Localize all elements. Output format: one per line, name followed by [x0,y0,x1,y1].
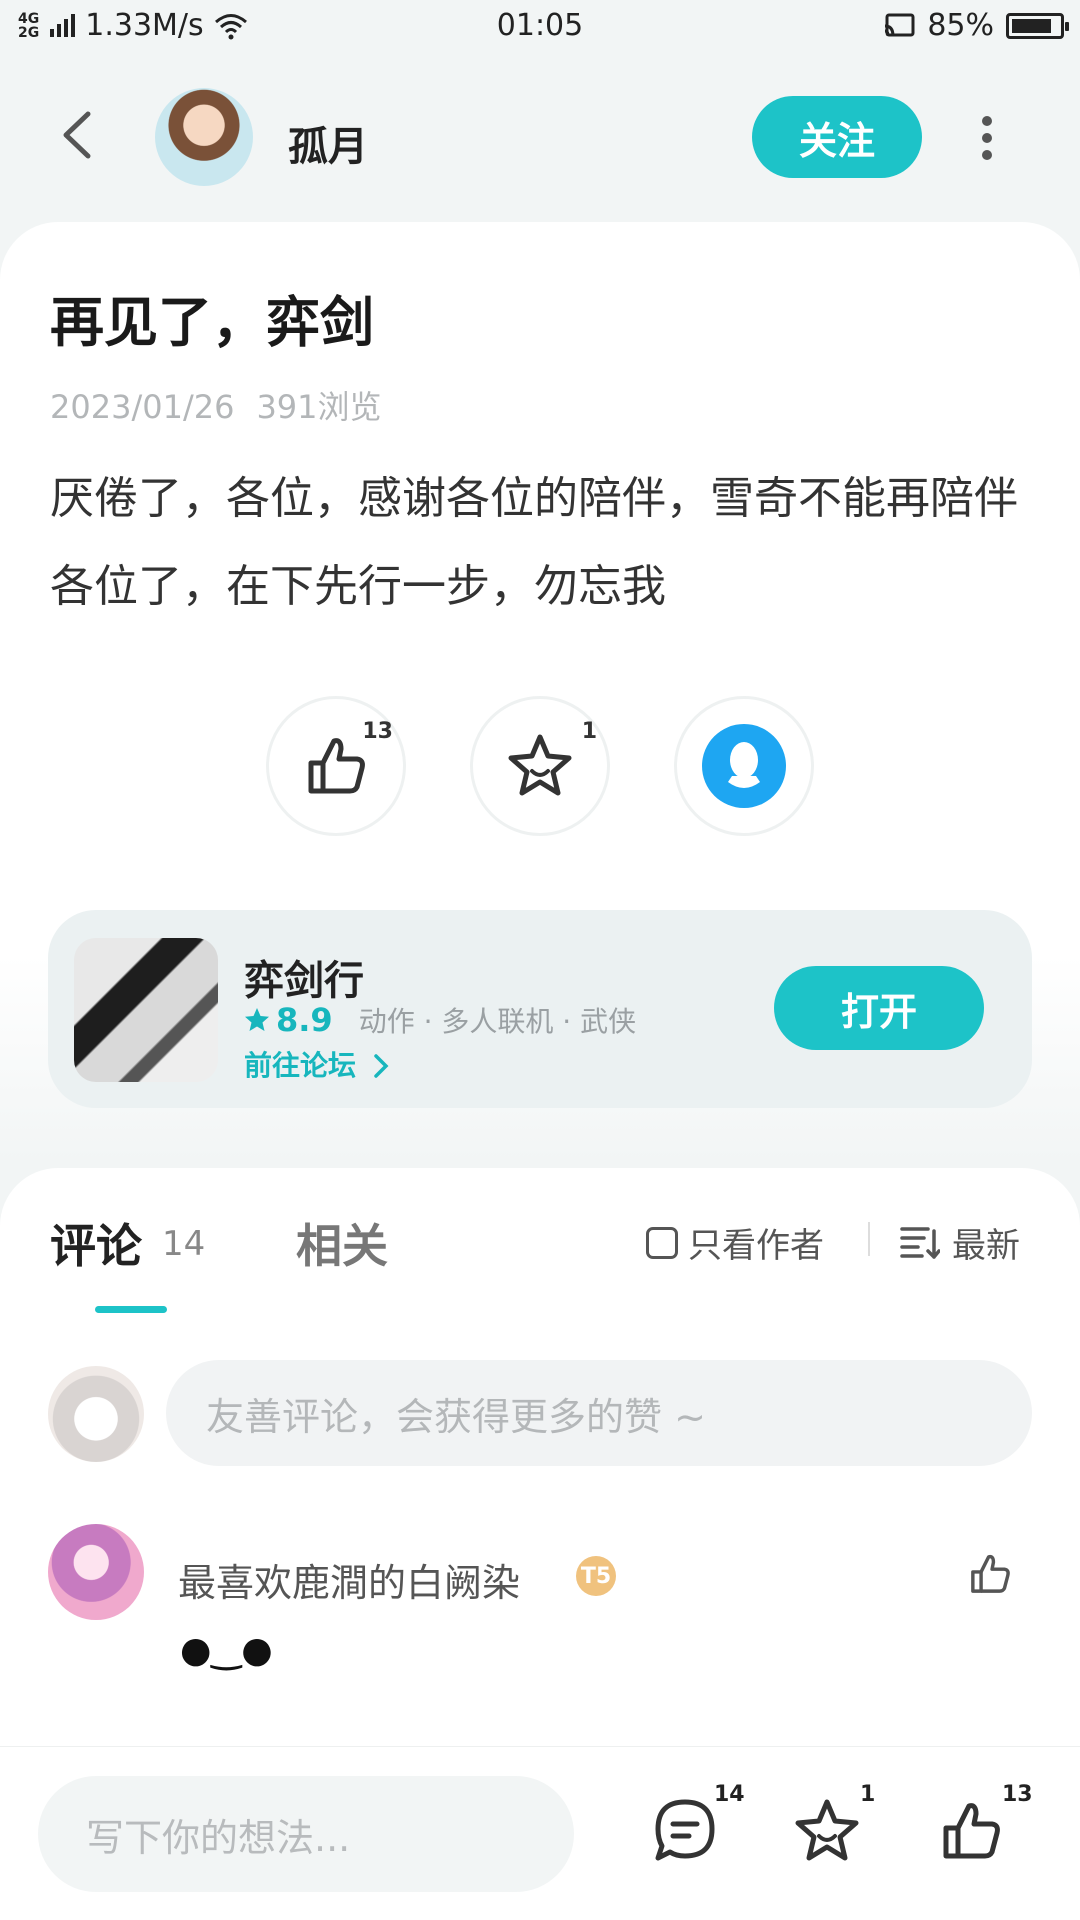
back-arrow-icon[interactable] [58,110,98,160]
thumbs-up-icon [943,1803,1000,1859]
game-rating: 8.9 动作 · 多人联机 · 武侠 [244,1000,636,1040]
game-card[interactable]: 弈剑行 8.9 动作 · 多人联机 · 武侠 前往论坛 打开 [48,910,1032,1108]
only-author-label: 只看作者 [688,1226,824,1266]
tab-comments-count: 14 [162,1224,206,1264]
game-cover-image[interactable] [74,938,218,1082]
only-author-toggle[interactable]: 只看作者 [646,1218,824,1267]
game-score: 8.9 [276,1001,333,1039]
status-bar: 4G 2G 1.33M/s 01:05 85% [0,0,1080,56]
share-qq-button[interactable] [674,696,814,836]
user-level-badge: T5 [576,1556,616,1596]
filter-divider [868,1222,870,1256]
commenter-name[interactable]: 最喜欢鹿澗的白阙染 [178,1552,520,1607]
active-tab-indicator [95,1306,167,1313]
author-name[interactable]: 孤月 [288,114,368,172]
bottom-comment-count: 14 [714,1782,745,1807]
favorite-button[interactable]: 1 [470,696,610,836]
game-name: 弈剑行 [244,958,364,1004]
bottom-like-count: 13 [1002,1782,1033,1807]
comment-text: ●‿● [180,1630,273,1671]
star-icon [795,1799,859,1861]
bottom-favorite-button[interactable] [792,1796,862,1870]
like-button[interactable]: 13 [266,696,406,836]
commenter-avatar[interactable] [48,1524,144,1620]
bottom-like-button[interactable] [936,1796,1006,1870]
star-icon [508,734,572,796]
sort-toggle[interactable]: 最新 [900,1218,1020,1267]
battery-level [1012,18,1051,33]
post-body: 厌倦了，各位，感谢各位的陪伴，雪奇不能再陪伴各位了，在下先行一步，勿忘我 [50,473,1018,612]
cast-icon [885,13,915,36]
sort-icon [900,1226,940,1259]
only-author-checkbox[interactable] [646,1226,678,1259]
tab-related[interactable]: 相关 [296,1210,388,1276]
write-input[interactable]: 写下你的想法... [38,1776,574,1892]
post-views: 391浏览 [256,388,382,426]
qq-icon [702,724,786,808]
post-meta: 2023/01/26 391浏览 [50,382,404,428]
thumbs-up-icon [308,738,365,794]
post-title: 再见了，弈剑 [50,291,374,354]
tab-comments[interactable]: 评论 [50,1210,142,1276]
battery-icon [1006,12,1069,39]
battery-percent: 85% [927,8,994,43]
rating-star-icon [245,1008,269,1031]
author-avatar[interactable] [155,88,253,186]
status-right: 85% [883,8,1069,43]
comment-input[interactable]: 友善评论，会获得更多的赞 ~ [166,1360,1032,1466]
like-count: 13 [362,719,393,744]
game-tags: 动作 · 多人联机 · 武侠 [358,1005,637,1038]
chevron-right-icon [374,1054,389,1078]
bottom-comment-button[interactable] [650,1796,720,1870]
forum-link[interactable]: 前往论坛 [244,1044,390,1084]
bottom-favorite-count: 1 [860,1782,876,1807]
follow-button[interactable]: 关注 [752,96,922,178]
open-game-button[interactable]: 打开 [774,966,984,1050]
my-avatar [48,1366,144,1462]
forum-link-label: 前往论坛 [244,1049,357,1082]
comment-like-icon[interactable] [966,1550,1014,1598]
post-date: 2023/01/26 [50,388,235,426]
comment-bubble-icon [655,1799,715,1861]
sort-label: 最新 [952,1226,1020,1266]
favorite-count: 1 [581,719,597,744]
more-options-icon[interactable] [980,116,994,160]
